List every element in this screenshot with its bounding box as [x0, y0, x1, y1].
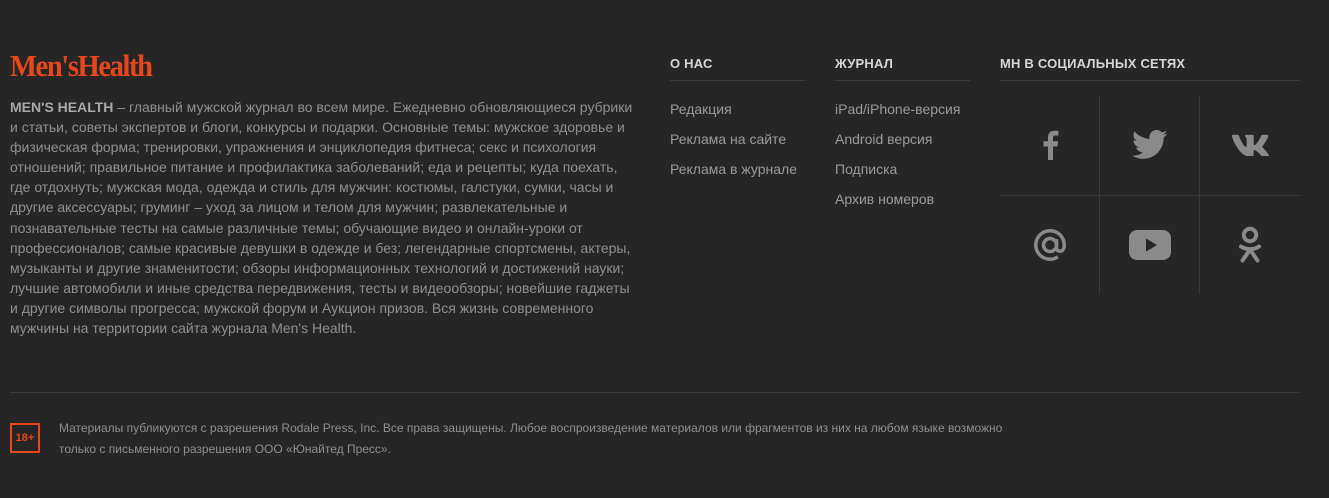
link-android-version[interactable]: Android версия	[835, 124, 970, 154]
magazine-column: ЖУРНАЛ iPad/iPhone-версия Android версия…	[835, 56, 970, 214]
link-site-ads[interactable]: Реклама на сайте	[670, 124, 805, 154]
about-text: – главный мужской журнал во всем мире. Е…	[10, 99, 633, 337]
mens-health-logo[interactable]: Men'sHealth	[10, 48, 153, 84]
magazine-heading: ЖУРНАЛ	[835, 56, 970, 81]
link-ipad-version[interactable]: iPad/iPhone-версия	[835, 94, 970, 124]
social-heading: MH В СОЦИАЛЬНЫХ СЕТЯХ	[1000, 56, 1300, 81]
social-column: MH В СОЦИАЛЬНЫХ СЕТЯХ	[1000, 56, 1300, 81]
mail-ru-icon[interactable]	[1000, 196, 1099, 294]
about-description: MEN'S HEALTH – главный мужской журнал во…	[10, 97, 640, 338]
social-grid	[1000, 96, 1300, 294]
footer-divider	[10, 392, 1300, 393]
copyright-line-1: Материалы публикуются с разрешения Rodal…	[59, 421, 1003, 435]
age-rating-badge: 18+	[10, 423, 40, 453]
copyright-line-2: только с письменного разрешения ООО «Юна…	[59, 442, 391, 456]
vk-icon[interactable]	[1200, 96, 1299, 194]
link-magazine-ads[interactable]: Реклама в журнале	[670, 154, 805, 184]
twitter-icon[interactable]	[1100, 96, 1199, 194]
link-editorial[interactable]: Редакция	[670, 94, 805, 124]
about-lead: MEN'S HEALTH	[10, 99, 114, 115]
about-us-column: О НАС Редакция Реклама на сайте Реклама …	[670, 56, 805, 184]
link-subscription[interactable]: Подписка	[835, 154, 970, 184]
about-us-heading: О НАС	[670, 56, 805, 81]
copyright-notice: Материалы публикуются с разрешения Rodal…	[59, 418, 1059, 460]
facebook-icon[interactable]	[1000, 96, 1099, 194]
link-archive[interactable]: Архив номеров	[835, 184, 970, 214]
youtube-icon[interactable]	[1100, 196, 1199, 294]
odnoklassniki-icon[interactable]	[1200, 196, 1299, 294]
